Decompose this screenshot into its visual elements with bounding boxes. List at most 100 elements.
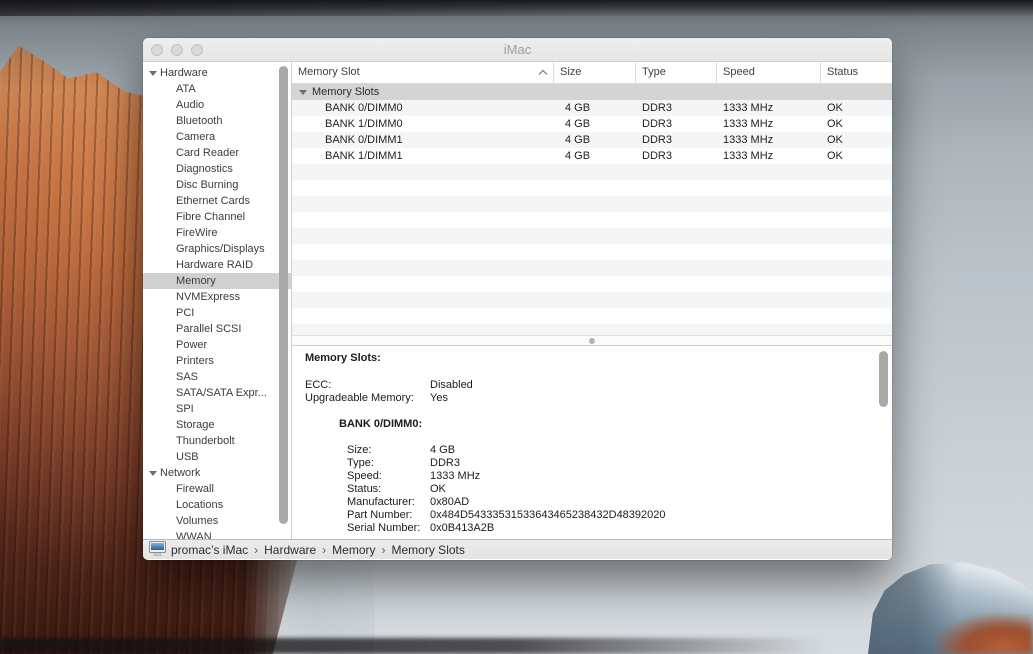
table-row-bank-1-dimm0[interactable]: BANK 1/DIMM0 4 GB DDR3 1333 MHz OK [292, 116, 892, 132]
sidebar-item-ata[interactable]: ATA [143, 81, 291, 97]
bank-row-speed: Speed: 1333 MHz [347, 470, 872, 483]
detail-label: ECC: [305, 379, 430, 392]
details-title: Memory Slots: [305, 352, 872, 365]
cell-size: 4 GB [554, 148, 636, 164]
header-speed[interactable]: Speed [717, 62, 821, 83]
desktop: iMac Hardware ATA Audio Bluetooth Camera… [0, 0, 1033, 654]
window-titlebar[interactable]: iMac [143, 38, 892, 62]
cell-status: OK [821, 116, 891, 132]
bank-row-size: Size: 4 GB [347, 444, 872, 457]
sidebar-item-usb[interactable]: USB [143, 449, 291, 465]
detail-value: Yes [430, 392, 448, 405]
memory-slot-table: Memory Slots BANK 0/DIMM0 4 GB DDR3 1333… [292, 84, 892, 335]
cell-slot: BANK 0/DIMM1 [292, 132, 554, 148]
detail-label: Serial Number: [347, 522, 430, 535]
sidebar-item-graphics-displays[interactable]: Graphics/Displays [143, 241, 291, 257]
breadcrumb-separator: › [382, 543, 386, 557]
table-row-bank-1-dimm1[interactable]: BANK 1/DIMM1 4 GB DDR3 1333 MHz OK [292, 148, 892, 164]
breadcrumb-separator: › [322, 543, 326, 557]
cell-type: DDR3 [636, 100, 717, 116]
sidebar-scrollbar-thumb[interactable] [279, 66, 288, 524]
imac-display-icon [149, 541, 166, 559]
sidebar-item-memory[interactable]: Memory [143, 273, 291, 289]
sidebar-item-spi[interactable]: SPI [143, 401, 291, 417]
cell-type: DDR3 [636, 148, 717, 164]
detail-label: Part Number: [347, 509, 430, 522]
bank-row-type: Type: DDR3 [347, 457, 872, 470]
splitter-handle-icon[interactable] [589, 338, 595, 344]
disclosure-triangle-icon[interactable] [299, 90, 307, 95]
disclosure-triangle-icon[interactable] [149, 71, 157, 76]
cell-speed: 1333 MHz [717, 100, 821, 116]
header-memory-slot[interactable]: Memory Slot [292, 62, 554, 83]
breadcrumb-memory-slots: Memory Slots [392, 543, 465, 557]
header-size[interactable]: Size [554, 62, 636, 83]
sidebar-item-nvmexpress[interactable]: NVMExpress [143, 289, 291, 305]
sidebar-item-bluetooth[interactable]: Bluetooth [143, 113, 291, 129]
sidebar-item-camera[interactable]: Camera [143, 129, 291, 145]
sidebar-item-parallel-scsi[interactable]: Parallel SCSI [143, 321, 291, 337]
sidebar-item-hardware-raid[interactable]: Hardware RAID [143, 257, 291, 273]
detail-label: Manufacturer: [347, 496, 430, 509]
sidebar-item-fibre-channel[interactable]: Fibre Channel [143, 209, 291, 225]
breadcrumb-computer: promac’s iMac [171, 543, 248, 557]
bank-row-manufacturer: Manufacturer: 0x80AD [347, 496, 872, 509]
details-scrollbar-thumb[interactable] [879, 351, 888, 407]
table-row-bank-0-dimm0[interactable]: BANK 0/DIMM0 4 GB DDR3 1333 MHz OK [292, 100, 892, 116]
sidebar-group-hardware[interactable]: Hardware [143, 65, 291, 81]
sidebar-item-diagnostics[interactable]: Diagnostics [143, 161, 291, 177]
group-row-memory-slots[interactable]: Memory Slots [292, 84, 892, 100]
breadcrumb-hardware: Hardware [264, 543, 316, 557]
sidebar-item-audio[interactable]: Audio [143, 97, 291, 113]
breadcrumb-memory: Memory [332, 543, 375, 557]
sidebar-item-volumes[interactable]: Volumes [143, 513, 291, 529]
sidebar-item-thunderbolt[interactable]: Thunderbolt [143, 433, 291, 449]
sidebar-item-disc-burning[interactable]: Disc Burning [143, 177, 291, 193]
cell-type: DDR3 [636, 132, 717, 148]
sidebar-group-network[interactable]: Network [143, 465, 291, 481]
sidebar-item-wwan[interactable]: WWAN [143, 529, 291, 539]
disclosure-triangle-icon[interactable] [149, 471, 157, 476]
bank-row-serial-number: Serial Number: 0x0B413A2B [347, 522, 872, 535]
detail-value: 1333 MHz [430, 470, 480, 483]
pane-splitter[interactable] [292, 335, 892, 346]
bank-row-status: Status: OK [347, 483, 872, 496]
window-title: iMac [143, 38, 892, 62]
sidebar-item-card-reader[interactable]: Card Reader [143, 145, 291, 161]
cell-status: OK [821, 132, 891, 148]
cell-speed: 1333 MHz [717, 116, 821, 132]
detail-row-ecc: ECC: Disabled [305, 379, 872, 392]
cell-speed: 1333 MHz [717, 148, 821, 164]
main-pane: Memory Slot Size Type Speed Status Memor… [292, 62, 892, 539]
wallpaper-sky-shadow [0, 0, 1033, 16]
sidebar-item-storage[interactable]: Storage [143, 417, 291, 433]
cell-slot: BANK 1/DIMM0 [292, 116, 554, 132]
status-bar: promac’s iMac › Hardware › Memory › Memo… [143, 539, 892, 559]
sidebar: Hardware ATA Audio Bluetooth Camera Card… [143, 62, 292, 539]
header-type[interactable]: Type [636, 62, 717, 83]
cell-status: OK [821, 148, 891, 164]
system-information-window: iMac Hardware ATA Audio Bluetooth Camera… [143, 38, 892, 560]
sidebar-item-locations[interactable]: Locations [143, 497, 291, 513]
cell-slot: BANK 1/DIMM1 [292, 148, 554, 164]
detail-label: Type: [347, 457, 430, 470]
detail-value: 0x80AD [430, 496, 469, 509]
bank-row-part-number: Part Number: 0x484D543335315336434652384… [347, 509, 872, 522]
sidebar-item-firewall[interactable]: Firewall [143, 481, 291, 497]
sidebar-item-pci[interactable]: PCI [143, 305, 291, 321]
sidebar-item-power[interactable]: Power [143, 337, 291, 353]
sidebar-item-sata-sata-express[interactable]: SATA/SATA Expr... [143, 385, 291, 401]
sort-ascending-icon [539, 70, 547, 78]
detail-label: Size: [347, 444, 430, 457]
sidebar-item-printers[interactable]: Printers [143, 353, 291, 369]
sidebar-item-sas[interactable]: SAS [143, 369, 291, 385]
sidebar-item-ethernet-cards[interactable]: Ethernet Cards [143, 193, 291, 209]
table-row-bank-0-dimm1[interactable]: BANK 0/DIMM1 4 GB DDR3 1333 MHz OK [292, 132, 892, 148]
detail-value: 0x484D54333531533643465238432D48392020 [430, 509, 666, 522]
cell-slot: BANK 0/DIMM0 [292, 100, 554, 116]
detail-label: Speed: [347, 470, 430, 483]
cell-speed: 1333 MHz [717, 132, 821, 148]
sidebar-item-firewire[interactable]: FireWire [143, 225, 291, 241]
cell-type: DDR3 [636, 116, 717, 132]
header-status[interactable]: Status [821, 62, 891, 83]
